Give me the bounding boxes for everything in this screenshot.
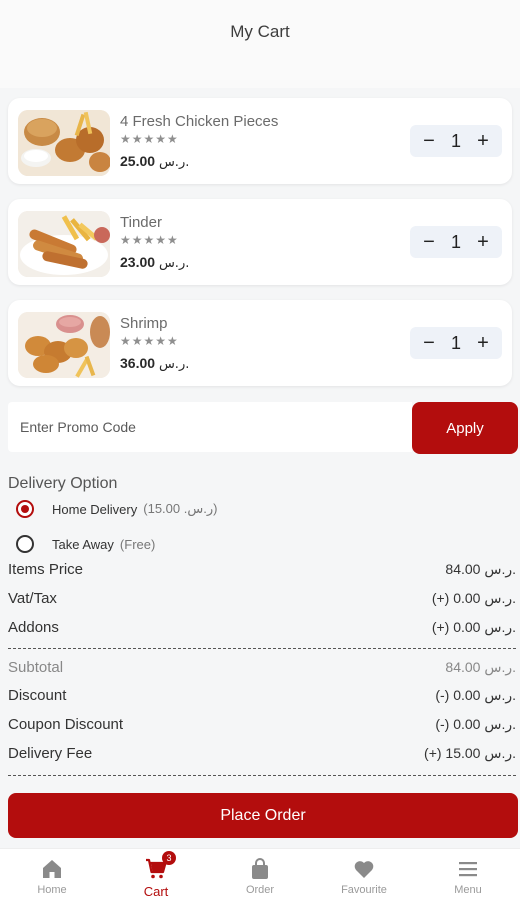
nav-label: Order	[245, 884, 275, 896]
discount-row: Discount (-) 0.00 ر.س.	[8, 687, 516, 704]
row-label: Items Price	[8, 561, 84, 578]
nav-label: Menu	[454, 884, 482, 896]
option-extra: (ر.س. 15.00)	[143, 501, 218, 516]
row-label: Discount	[8, 687, 67, 704]
delivery-option-title: Delivery Option	[8, 475, 118, 492]
row-value: 84.00 ر.س.	[445, 561, 516, 577]
take-away-option[interactable]: Take Away (Free)	[16, 535, 155, 553]
quantity-value: 1	[450, 231, 461, 252]
bottom-navigation: Home 3 Cart Order Favourite Menu	[0, 848, 520, 900]
currency-label: ر.س.	[158, 256, 190, 271]
cart-item[interactable]: 4 Fresh Chicken Pieces ★★★★★ 25.00 ر.س. …	[8, 98, 512, 184]
quantity-stepper: − 1 +	[410, 125, 502, 157]
item-price: 23.00 ر.س.	[120, 254, 189, 271]
row-label: Addons	[8, 619, 59, 636]
promo-code-section: Apply	[8, 402, 518, 454]
radio-unselected-icon[interactable]	[16, 535, 34, 553]
row-value: (+) 0.00 ر.س.	[431, 590, 516, 606]
option-extra: (Free)	[119, 536, 156, 552]
items-price-row: Items Price 84.00 ر.س.	[8, 561, 516, 578]
place-order-button[interactable]: Place Order	[8, 793, 518, 838]
coupon-discount-row: Coupon Discount (-) 0.00 ر.س.	[8, 716, 516, 733]
price-value: 23.00	[120, 254, 156, 270]
nav-item-favourite[interactable]: Favourite	[312, 849, 416, 900]
menu-icon	[459, 862, 477, 877]
option-label: Home Delivery	[52, 501, 138, 517]
currency-label: ر.س.	[158, 155, 190, 170]
delivery-fee-row: Delivery Fee (+) 15.00 ر.س.	[8, 745, 516, 762]
nav-label: Favourite	[341, 884, 387, 896]
item-price: 25.00 ر.س.	[120, 153, 189, 170]
row-label: Coupon Discount	[8, 716, 124, 733]
dashed-divider	[8, 775, 516, 776]
item-name: Tinder	[120, 214, 162, 231]
promo-code-input[interactable]	[8, 402, 412, 452]
subtotal-row: Subtotal 84.00 ر.س.	[8, 659, 516, 676]
nav-item-home[interactable]: Home	[0, 849, 104, 900]
nav-label: Cart	[143, 884, 169, 899]
item-name: 4 Fresh Chicken Pieces	[120, 113, 279, 130]
shopping-bag-icon	[252, 858, 268, 879]
quantity-stepper: − 1 +	[410, 327, 502, 359]
decrease-quantity-button[interactable]: −	[420, 131, 438, 151]
heart-icon	[354, 861, 374, 878]
addons-row: Addons (+) 0.00 ر.س.	[8, 619, 516, 636]
apply-promo-button[interactable]: Apply	[412, 402, 518, 454]
app-header: My Cart	[0, 0, 520, 88]
home-icon	[43, 860, 61, 878]
nav-item-order[interactable]: Order	[208, 849, 312, 900]
decrease-quantity-button[interactable]: −	[420, 333, 438, 353]
item-price: 36.00 ر.س.	[120, 355, 189, 372]
currency-label: ر.س.	[158, 357, 190, 372]
decrease-quantity-button[interactable]: −	[420, 232, 438, 252]
row-label: Vat/Tax	[8, 590, 57, 607]
radio-selected-icon[interactable]	[16, 500, 34, 518]
quantity-value: 1	[450, 130, 461, 151]
page-title: My Cart	[230, 22, 290, 41]
row-value: (+) 15.00 ر.س.	[424, 745, 516, 761]
increase-quantity-button[interactable]: +	[474, 232, 492, 252]
cart-item[interactable]: Tinder ★★★★★ 23.00 ر.س. − 1 +	[8, 199, 512, 285]
rating-stars: ★★★★★	[120, 132, 179, 146]
dashed-divider	[8, 648, 516, 649]
row-value: 84.00 ر.س.	[445, 659, 516, 675]
increase-quantity-button[interactable]: +	[474, 333, 492, 353]
row-label: Delivery Fee	[8, 745, 93, 762]
row-label: Subtotal	[8, 659, 64, 676]
row-value: (-) 0.00 ر.س.	[435, 687, 516, 703]
cart-count-badge: 3	[162, 851, 176, 865]
cart-item[interactable]: Shrimp ★★★★★ 36.00 ر.س. − 1 +	[8, 300, 512, 386]
home-delivery-option[interactable]: Home Delivery (ر.س. 15.00)	[16, 500, 217, 518]
option-label: Take Away	[52, 536, 114, 552]
nav-item-menu[interactable]: Menu	[416, 849, 520, 900]
increase-quantity-button[interactable]: +	[474, 131, 492, 151]
quantity-stepper: − 1 +	[410, 226, 502, 258]
cart-list: 4 Fresh Chicken Pieces ★★★★★ 25.00 ر.س. …	[0, 88, 520, 386]
item-name: Shrimp	[120, 315, 168, 332]
row-value: (-) 0.00 ر.س.	[435, 716, 516, 732]
quantity-value: 1	[450, 332, 461, 353]
nav-label: Home	[37, 884, 67, 896]
fried-chicken-image	[18, 110, 110, 176]
vat-row: Vat/Tax (+) 0.00 ر.س.	[8, 590, 516, 607]
rating-stars: ★★★★★	[120, 233, 179, 247]
row-value: (+) 0.00 ر.س.	[431, 619, 516, 635]
chicken-tenders-image	[18, 211, 110, 277]
nav-item-cart[interactable]: 3 Cart	[104, 849, 208, 900]
price-value: 25.00	[120, 153, 156, 169]
fried-shrimp-image	[18, 312, 110, 378]
rating-stars: ★★★★★	[120, 334, 179, 348]
price-value: 36.00	[120, 355, 156, 371]
